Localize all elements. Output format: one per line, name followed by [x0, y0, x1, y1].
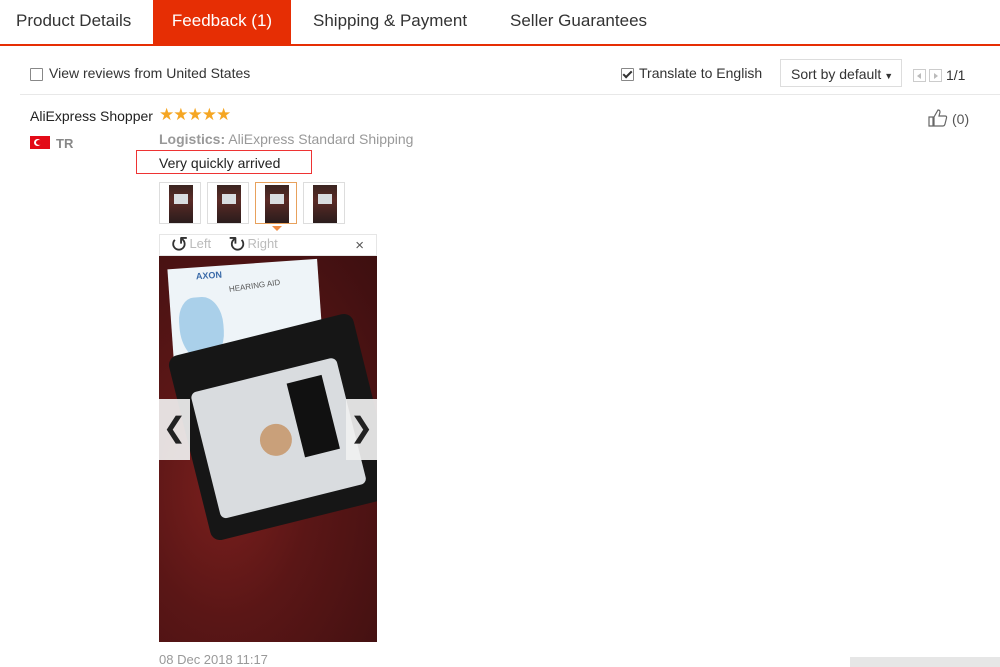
thumbnail-image: [265, 185, 289, 223]
translate-label[interactable]: Translate to English: [639, 65, 762, 81]
next-photo-button[interactable]: ❯: [346, 399, 377, 460]
prev-photo-button[interactable]: ❮: [159, 399, 190, 460]
next-page-button[interactable]: [929, 68, 942, 82]
us-reviews-label[interactable]: View reviews from United States: [49, 65, 250, 81]
photo-viewer-toolbar: ↺Left ↻Right ×: [159, 232, 377, 258]
rotate-right-label: Right: [247, 236, 278, 251]
sort-label: Sort by default: [791, 66, 882, 82]
tab-feedback[interactable]: Feedback (1): [153, 0, 291, 46]
scrollbar[interactable]: [850, 657, 1000, 667]
reviewer-name: AliExpress Shopper: [30, 108, 153, 124]
logistics-value: AliExpress Standard Shipping: [228, 131, 414, 147]
rotate-left-button[interactable]: ↺Left: [170, 232, 211, 258]
photo-thumbnail-active[interactable]: [255, 182, 297, 231]
rotate-right-icon: ↻: [228, 232, 247, 257]
hearing-aid-device: [256, 420, 296, 460]
battery-pack: [286, 374, 340, 458]
photo-thumbnail[interactable]: [303, 182, 345, 224]
review-photo: AXON HEARING AID ❮ ❯: [159, 256, 377, 642]
sort-dropdown[interactable]: Sort by default ▼: [780, 59, 902, 87]
photo-thumbnail[interactable]: [159, 182, 201, 224]
thumbnail-image: [217, 185, 241, 223]
tab-product-details[interactable]: Product Details: [16, 0, 131, 44]
rotate-right-button[interactable]: ↻Right: [228, 232, 278, 258]
review-comment: Very quickly arrived: [159, 155, 281, 171]
prev-page-button[interactable]: [913, 68, 926, 82]
us-reviews-checkbox[interactable]: [30, 68, 43, 81]
pagination: 1/1: [913, 66, 965, 83]
star-rating: ★★★★★: [159, 105, 231, 124]
rotate-left-icon: ↺: [170, 232, 189, 257]
chevron-down-icon: ▼: [884, 71, 894, 81]
logistics-info: Logistics: AliExpress Standard Shipping: [159, 131, 413, 147]
tab-shipping-payment[interactable]: Shipping & Payment: [313, 0, 467, 44]
close-icon[interactable]: ×: [355, 237, 364, 254]
translate-checkbox[interactable]: [621, 68, 634, 81]
photo-thumbnail[interactable]: [207, 182, 249, 224]
turkey-flag-icon: [30, 136, 50, 149]
review-filter-bar: View reviews from United States Translat…: [20, 58, 1000, 95]
box-product-text: HEARING AID: [228, 277, 281, 294]
helpful-count: (0): [952, 111, 970, 127]
logistics-label: Logistics:: [159, 131, 226, 147]
tab-bar: Product Details Feedback (1) Shipping & …: [0, 0, 1000, 46]
helpful-button[interactable]: (0): [928, 109, 969, 127]
review-date: 08 Dec 2018 11:17: [159, 652, 268, 667]
thumbnail-image: [169, 185, 193, 223]
box-brand-text: AXON: [195, 269, 223, 282]
case-insert: [190, 356, 368, 520]
page-indicator: 1/1: [946, 67, 966, 84]
reviewer-country: TR: [56, 136, 74, 151]
tab-seller-guarantees[interactable]: Seller Guarantees: [510, 0, 647, 44]
thumbnail-image: [313, 185, 337, 223]
thumbs-up-icon: [928, 109, 948, 127]
rotate-left-label: Left: [189, 236, 212, 251]
